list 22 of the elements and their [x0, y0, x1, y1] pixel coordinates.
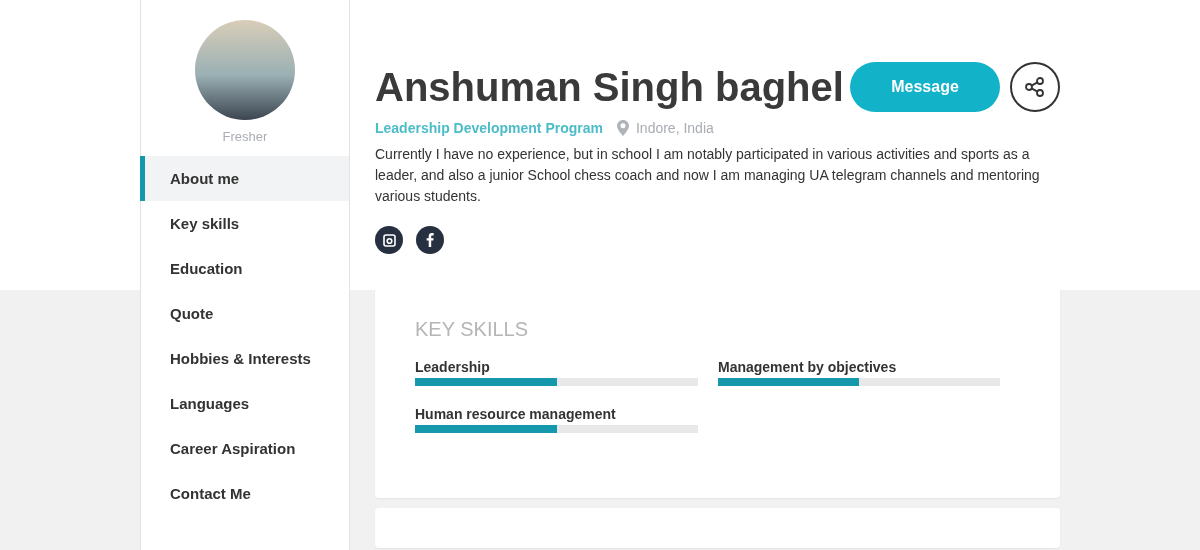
sidebar-item[interactable]: About me — [140, 156, 349, 201]
facebook-icon[interactable] — [416, 226, 444, 254]
sidebar-item[interactable]: Hobbies & Interests — [140, 336, 349, 381]
share-button[interactable] — [1010, 62, 1060, 112]
sidebar-item[interactable]: Key skills — [140, 201, 349, 246]
instagram-icon[interactable] — [375, 226, 403, 254]
sidebar-item[interactable]: Languages — [140, 381, 349, 426]
program-name: Leadership Development Program — [375, 120, 603, 136]
sidebar-item[interactable]: Career Aspiration — [140, 426, 349, 471]
profile-name: Anshuman Singh baghel — [375, 64, 845, 110]
location-pin-icon — [616, 120, 629, 136]
profile-role: Fresher — [221, 129, 269, 144]
sidebar-item[interactable]: Contact Me — [140, 471, 349, 516]
skill-name: Management by objectives — [718, 359, 898, 375]
skill-name: Human resource management — [415, 406, 617, 422]
share-icon — [1024, 76, 1046, 98]
section-title: KEY SKILLS — [415, 318, 530, 341]
skill-name: Leadership — [415, 359, 491, 375]
sidebar-item[interactable]: Education — [140, 246, 349, 291]
bio-text: Currently I have no experience, but in school I am notably participated in various activities and sports as a leader, and also a junior School chess coach and now I am managing UA telegram channels and mentoring various students. — [375, 145, 1041, 206]
location-text: Indore, India — [635, 120, 714, 136]
sidebar-item[interactable]: Quote — [140, 291, 349, 336]
